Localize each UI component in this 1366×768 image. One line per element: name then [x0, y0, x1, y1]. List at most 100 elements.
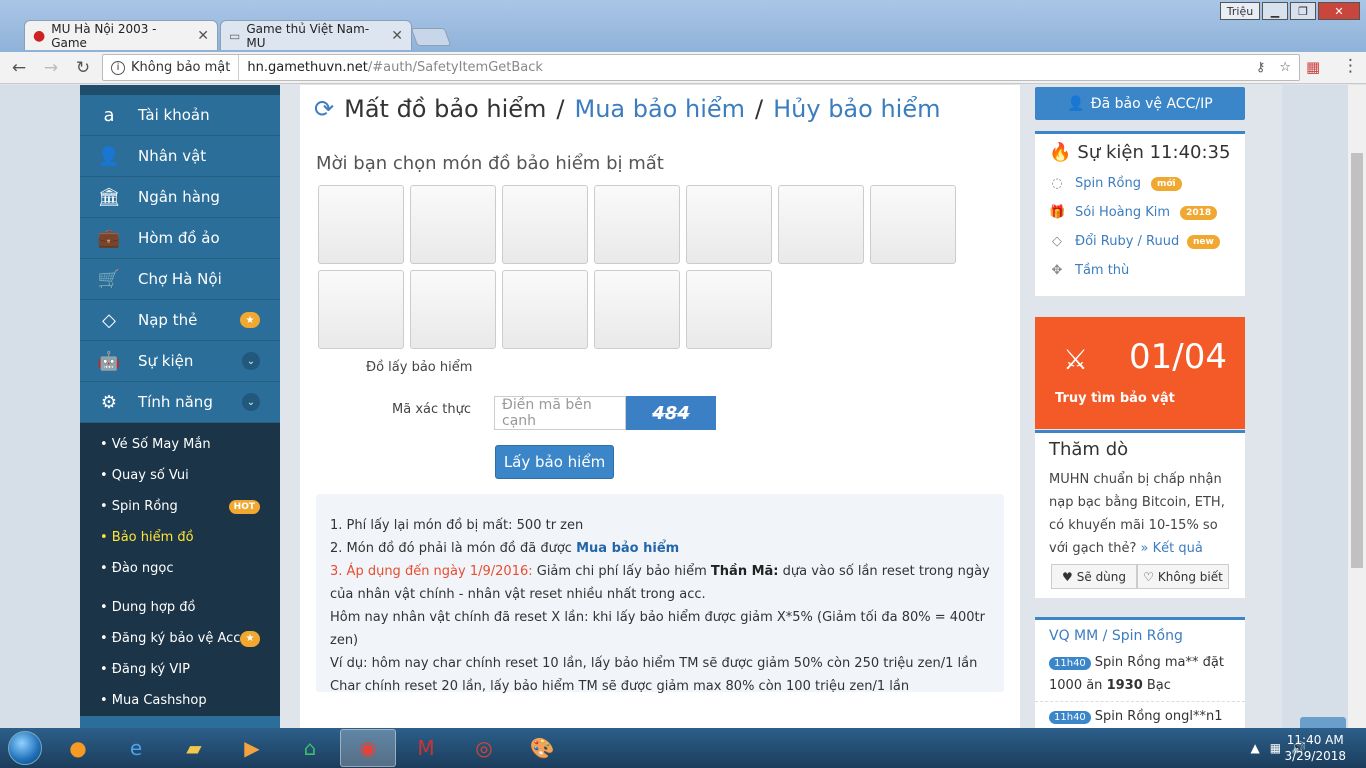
explorer-folder-icon[interactable]: ▰ [166, 729, 222, 767]
cancel-insurance-link[interactable]: Hủy bảo hiểm [773, 95, 940, 123]
sidebar-item-events[interactable]: 🤖 Sự kiện ⌄ [80, 341, 280, 382]
tray-expand-icon[interactable]: ▲ [1250, 741, 1259, 755]
sidebar-item-label: Hòm đồ ảo [138, 229, 220, 247]
item-slot[interactable] [870, 185, 956, 264]
new-badge: new [1187, 234, 1220, 249]
submenu-item-fusion[interactable]: • Dung hợp đồ [80, 592, 280, 623]
submenu-cashshop[interactable]: • Mua Cashshop [80, 685, 280, 716]
close-window-button[interactable]: ✕ [1318, 2, 1360, 20]
sidebar-item-bank[interactable]: 🏛 Ngân hàng [80, 177, 280, 218]
sidebar-item-virtual-chest[interactable]: 💼 Hòm đồ ảo [80, 218, 280, 259]
note-line: 1. Phí lấy lại món đồ bị mất: 500 tr zen [330, 518, 584, 533]
close-tab-icon[interactable]: ✕ [391, 28, 403, 44]
chrome-icon[interactable]: ◉ [340, 729, 396, 767]
item-slot[interactable] [686, 185, 772, 264]
tab-mu-hanoi[interactable]: ● MU Hà Nội 2003 - Game ✕ [24, 20, 218, 50]
item-slot[interactable] [502, 185, 588, 264]
sidebar-item-market[interactable]: 🛒 Chợ Hà Nội [80, 259, 280, 300]
note-text: Giảm chi phí lấy bảo hiểm [532, 564, 711, 579]
star-icon[interactable]: ☆ [1279, 60, 1291, 75]
mu-game-icon[interactable]: M [398, 729, 454, 767]
maximize-button[interactable]: ❐ [1290, 2, 1316, 20]
submenu-vip[interactable]: • Đăng ký VIP [80, 654, 280, 685]
url-text[interactable]: hn.gamethuvn.net/#auth/SafetyItemGetBack [239, 60, 543, 75]
calendar-extension-icon[interactable]: ▦ [1306, 58, 1320, 76]
item-slot[interactable] [318, 185, 404, 264]
poll-no-button[interactable]: ♡ Không biết [1137, 564, 1229, 589]
captcha-input[interactable]: Điền mã bên cạnh [494, 396, 626, 430]
get-insurance-button[interactable]: Lấy bảo hiểm [495, 445, 614, 479]
close-tab-icon[interactable]: ✕ [197, 28, 209, 44]
forward-arrow-icon[interactable]: → [38, 55, 64, 81]
vq-text: Spin Rồng ongl**n1 [1094, 709, 1223, 724]
address-bar[interactable]: i Không bảo mật hn.gamethuvn.net/#auth/S… [102, 54, 1300, 81]
start-button[interactable] [0, 728, 50, 768]
event-bounty[interactable]: ✥ Tầm thù [1035, 256, 1245, 285]
back-arrow-icon[interactable]: ← [6, 55, 32, 81]
note-line: Ví dụ: hôm nay char chính reset 10 lần, … [330, 656, 978, 671]
submenu-dragon-spin[interactable]: • Spin Rồng HOT [80, 491, 280, 522]
sidebar-item-character[interactable]: 👤 Nhân vật [80, 136, 280, 177]
submenu-account-protect[interactable]: • Đăng ký bảo vệ Acc ★ [80, 623, 280, 654]
item-slot[interactable] [318, 270, 404, 349]
account-protected-button[interactable]: 👤 Đã bảo vệ ACC/IP [1035, 87, 1245, 120]
page-title: ⟳ Mất đồ bảo hiểm / Mua bảo hiểm / Hủy b… [314, 95, 940, 123]
poll-no-label: Không biết [1157, 569, 1223, 584]
submenu-item-insurance[interactable]: • Bảo hiểm đồ [80, 522, 280, 553]
scrollbar-thumb[interactable] [1351, 153, 1363, 568]
spinner-icon: ◌ [1051, 176, 1063, 191]
event-ruby-exchange[interactable]: ◇ Đổi Ruby / Ruud new [1035, 227, 1245, 256]
item-slot[interactable] [594, 270, 680, 349]
paint-icon[interactable]: 🎨 [514, 729, 570, 767]
submenu-fun-spin[interactable]: • Quay số Vui [80, 460, 280, 491]
submenu-gem-mining[interactable]: • Đào ngọc [80, 553, 280, 584]
crosshairs-icon: ✥ [1051, 263, 1063, 278]
treasure-hunt-banner[interactable]: ⚔ 01/04 Truy tìm bảo vật [1035, 317, 1245, 429]
item-slot[interactable] [410, 185, 496, 264]
info-icon: i [111, 60, 125, 75]
vq-title[interactable]: VQ MM / Spin Rồng [1035, 620, 1245, 648]
captcha-image[interactable]: 484 [626, 396, 716, 430]
new-tab-button[interactable] [410, 28, 452, 46]
page-scrollbar[interactable] [1348, 85, 1366, 728]
media-player-icon[interactable]: ▶ [224, 729, 280, 767]
cart-icon: 🛒 [97, 268, 121, 290]
sidebar-item-label: Ngân hàng [138, 188, 220, 206]
poll-results-link[interactable]: » Kết quả [1141, 541, 1203, 556]
firefox-icon[interactable]: ● [50, 729, 106, 767]
app-green-icon[interactable]: ⌂ [282, 729, 338, 767]
submenu-lucky-ticket[interactable]: • Vé Số May Mắn [80, 429, 280, 460]
minimize-button[interactable]: ▁ [1262, 2, 1288, 20]
buy-insurance-link[interactable]: Mua bảo hiểm [574, 95, 745, 123]
poll-yes-label: Sẽ dùng [1076, 569, 1127, 584]
network-icon[interactable]: ▦ [1270, 741, 1281, 755]
mu-launcher-icon[interactable]: ◎ [456, 729, 512, 767]
security-indicator[interactable]: i Không bảo mật [103, 55, 240, 80]
item-slot[interactable] [502, 270, 588, 349]
item-slot[interactable] [410, 270, 496, 349]
key-icon[interactable]: ⚷ [1256, 60, 1266, 75]
chevron-down-icon[interactable]: ⌄ [242, 352, 260, 370]
main-content: ⟳ Mất đồ bảo hiểm / Mua bảo hiểm / Hủy b… [300, 85, 1020, 728]
item-slot[interactable] [594, 185, 680, 264]
chevron-down-icon[interactable]: ⌄ [242, 393, 260, 411]
event-spin-dragon[interactable]: ◌ Spin Rồng mới [1035, 169, 1245, 198]
poll-yes-button[interactable]: ♥ Sẽ dùng [1051, 564, 1137, 589]
sidebar-item-label: Nạp thẻ [138, 311, 198, 329]
sidebar-item-account[interactable]: a Tài khoản [80, 95, 280, 136]
tab-gamethu[interactable]: ▭ Game thủ Việt Nam- MU ✕ [220, 20, 412, 50]
sidebar-item-topup[interactable]: ◇ Nạp thẻ ★ [80, 300, 280, 341]
event-golden-wolf[interactable]: 🎁 Sói Hoàng Kim 2018 [1035, 198, 1245, 227]
event-label: Sói Hoàng Kim [1075, 205, 1171, 220]
reload-icon[interactable]: ↻ [70, 55, 96, 81]
star-badge: ★ [240, 630, 260, 647]
buy-insurance-note-link[interactable]: Mua bảo hiểm [576, 541, 679, 556]
sidebar-item-features[interactable]: ⚙ Tính năng ⌄ [80, 382, 280, 423]
taskbar-clock[interactable]: 11:40 AM 3/29/2018 [1284, 732, 1346, 764]
ie-icon[interactable]: e [108, 729, 164, 767]
item-slot[interactable] [686, 270, 772, 349]
menu-icon[interactable]: ⋮ [1342, 56, 1359, 76]
item-slot[interactable] [778, 185, 864, 264]
profile-button[interactable]: Triệu [1220, 2, 1260, 20]
star-badge: ★ [240, 312, 260, 328]
